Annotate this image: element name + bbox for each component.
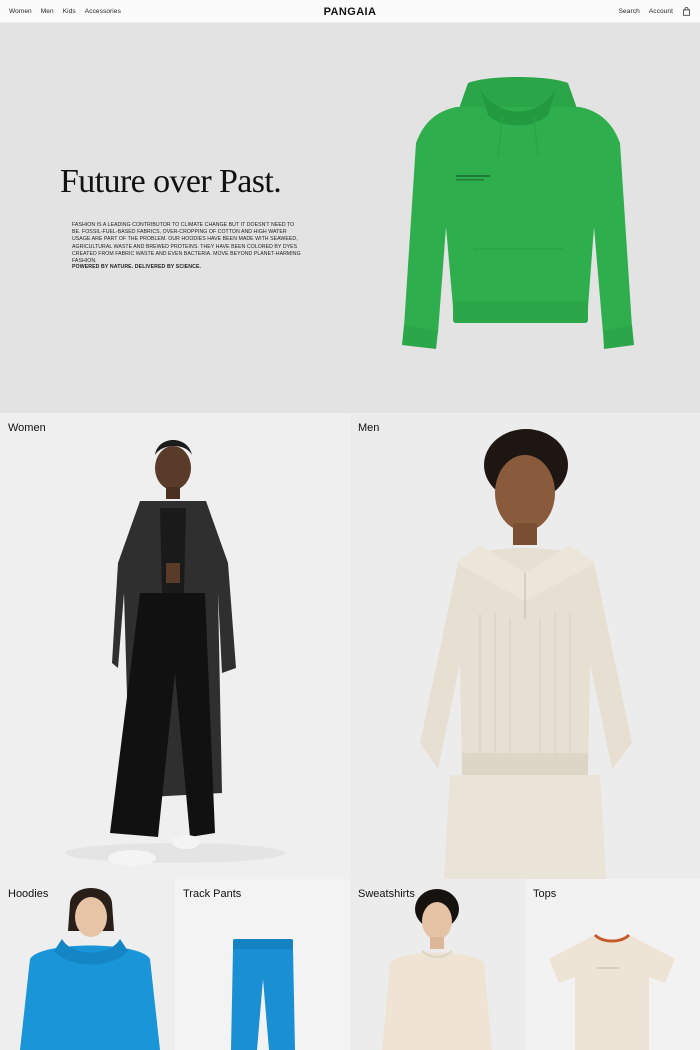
category-tile-women[interactable]: Women (0, 413, 350, 879)
category-tile-sweatshirts[interactable]: Sweatshirts (350, 879, 525, 1050)
search-link[interactable]: Search (619, 8, 640, 15)
hero-description: Fashion is a leading contributor to clim… (72, 222, 301, 265)
category-label-hoodies: Hoodies (8, 888, 49, 900)
hero-title: Future over Past. (60, 163, 282, 200)
nav-link-men[interactable]: Men (41, 8, 54, 15)
track-pants-image (231, 939, 295, 1050)
sweatshirts-model-image (382, 889, 492, 1050)
green-hoodie-image[interactable] (398, 77, 638, 353)
men-model-image (420, 429, 632, 879)
top-navigation: Women Men Kids Accessories PANGAIA Searc… (0, 0, 700, 23)
hero-tagline: Powered by nature. Delivered by science. (72, 264, 202, 270)
category-tile-men[interactable]: Men (350, 413, 700, 879)
shopping-bag-icon[interactable] (682, 7, 691, 16)
nav-link-kids[interactable]: Kids (63, 8, 76, 15)
category-label-tops: Tops (533, 888, 557, 900)
category-tile-hoodies[interactable]: Hoodies (0, 879, 175, 1050)
women-model-image (65, 440, 285, 866)
nav-link-accessories[interactable]: Accessories (85, 8, 121, 15)
hero-banner: Future over Past. Fashion is a leading c… (0, 23, 700, 413)
utility-nav: Search Account (619, 0, 691, 23)
category-label-sweatshirts: Sweatshirts (358, 888, 415, 900)
hoodies-model-image (20, 888, 160, 1050)
primary-nav: Women Men Kids Accessories (9, 0, 121, 23)
category-label-track-pants: Track Pants (183, 888, 242, 900)
nav-link-women[interactable]: Women (9, 8, 32, 15)
brand-logo[interactable]: PANGAIA (324, 6, 377, 18)
category-tile-track-pants[interactable]: Track Pants (175, 879, 350, 1050)
account-link[interactable]: Account (649, 8, 673, 15)
tops-product-image (549, 933, 675, 1050)
category-tile-tops[interactable]: Tops (525, 879, 700, 1050)
category-label-men: Men (358, 422, 380, 434)
category-label-women: Women (8, 422, 46, 434)
